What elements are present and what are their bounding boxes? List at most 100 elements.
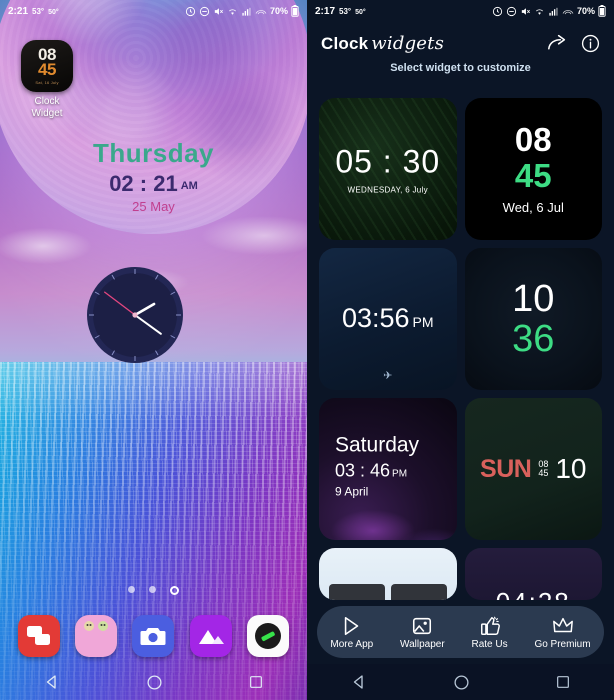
- widget-time-value: 03 : 46: [335, 460, 391, 481]
- widget-minutes: 45: [538, 468, 549, 478]
- home-button[interactable]: [146, 674, 163, 691]
- widget-time-value: 03:56: [341, 302, 410, 333]
- home-button[interactable]: [453, 674, 470, 691]
- widget-content: 08 45 Wed, 6 Jul: [465, 98, 603, 240]
- widget-card-light-partial[interactable]: [319, 548, 457, 600]
- clock-widget-app-shortcut[interactable]: 08 45 Sat, 16 July Clock Widget: [16, 40, 78, 119]
- status-right-group-right: 70%: [492, 5, 606, 17]
- wifi-icon: [535, 8, 543, 15]
- back-button[interactable]: [43, 673, 61, 691]
- thumbs-up-icon: [480, 616, 500, 635]
- alarm-icon: [492, 6, 503, 16]
- app-header: Clock widgets: [307, 26, 614, 60]
- flashlight-icon: [255, 623, 282, 649]
- battery-percent-right: 70%: [576, 6, 595, 16]
- status-temp-low-right: 50°: [355, 8, 366, 16]
- widget-ampm: PM: [412, 313, 434, 330]
- crown-icon: [552, 617, 573, 632]
- app-title: Clock widgets: [321, 33, 444, 54]
- status-temp-high-right: 53°: [339, 6, 352, 16]
- analog-clock-widget[interactable]: [85, 265, 185, 365]
- home-clock-time: 02 : 21 AM: [0, 171, 307, 197]
- widget-card-08-45[interactable]: 08 45 Wed, 6 Jul: [464, 98, 603, 240]
- battery-percent: 70%: [269, 6, 288, 16]
- widget-card-10-36[interactable]: 10 36: [464, 248, 602, 390]
- widget-card-saturday[interactable]: Saturday 03 : 46 PM 9 April: [319, 398, 457, 540]
- battery-icon: [598, 5, 606, 17]
- app-icon-minutes: 45: [38, 60, 56, 79]
- status-bar-right: 2:17 53° 50° 70%: [307, 0, 614, 22]
- camera-icon: [140, 628, 166, 645]
- home-clock-date: 25 May: [132, 199, 175, 214]
- header-actions: [547, 34, 600, 53]
- status-left-group-right: 2:17 53° 50°: [315, 6, 366, 17]
- bottom-action-label: Wallpaper: [400, 638, 445, 650]
- page-dot-3-active[interactable]: [170, 586, 179, 595]
- nfc-icon: [562, 9, 574, 14]
- do-not-disturb-icon: [506, 6, 517, 16]
- gallery-mountain-icon: [198, 630, 224, 644]
- widget-time: 03:56 PM: [319, 303, 457, 334]
- status-temp-low: 50°: [48, 8, 59, 16]
- back-button[interactable]: [350, 673, 368, 691]
- widget-time: 03 : 46 PM: [335, 460, 419, 481]
- page-dot-2[interactable]: [149, 586, 156, 593]
- app-icon-tile[interactable]: 08 45 Sat, 16 July: [21, 40, 73, 92]
- dock-icon-gallery[interactable]: [189, 615, 232, 657]
- widget-content: 05 : 30 WEDNESDAY, 6 July: [319, 144, 457, 195]
- widget-minutes: 36: [512, 318, 555, 360]
- widget-hours: 08: [514, 121, 552, 158]
- do-not-disturb-icon: [199, 6, 210, 16]
- app-title-part2: widgets: [371, 32, 445, 54]
- nav-bar-left: [0, 664, 307, 700]
- dock-icon-flashlight[interactable]: [247, 615, 290, 657]
- dock-icon-messages[interactable]: [17, 615, 60, 657]
- widget-time-stack: 08 45: [538, 459, 549, 479]
- widget-partial-time: 04:28: [465, 587, 603, 600]
- page-dot-1[interactable]: [128, 586, 135, 593]
- status-time: 2:21: [8, 5, 29, 17]
- widget-card-purple-partial[interactable]: 04:28: [464, 548, 603, 600]
- widget-card-05-30[interactable]: 05 : 30 WEDNESDAY, 6 July: [319, 98, 457, 240]
- bottom-action-go-premium[interactable]: Go Premium: [534, 615, 591, 650]
- dual-screenshot: 2:21 53° 50° 70% 08 45 Sat, 16 July Cloc…: [0, 0, 614, 700]
- recents-button[interactable]: [555, 674, 571, 690]
- battery-icon: [291, 5, 299, 17]
- widget-card-sun-10[interactable]: SUN 08 45 10: [464, 398, 602, 540]
- nav-bar-right: [307, 664, 614, 700]
- analog-clock-face: [87, 267, 183, 363]
- info-icon[interactable]: [581, 34, 600, 53]
- bottom-action-more-app[interactable]: More App: [330, 615, 373, 650]
- widget-card-0356-pm[interactable]: 03:56 PM ✈: [319, 248, 457, 390]
- home-clock-day: Thursday: [92, 138, 215, 168]
- alarm-icon: [185, 6, 196, 16]
- dock-icon-folder[interactable]: [75, 615, 118, 657]
- status-right-group: 70%: [185, 5, 299, 17]
- share-icon[interactable]: [547, 34, 567, 52]
- dock-icon-camera[interactable]: [132, 615, 175, 657]
- status-left-group: 2:21 53° 50°: [8, 6, 59, 17]
- status-time-right: 2:17: [315, 5, 336, 17]
- app-label-line2: Widget: [31, 107, 63, 119]
- bottom-action-wallpaper[interactable]: Wallpaper: [400, 615, 445, 650]
- widget-day: SUN: [480, 454, 532, 483]
- app-label-line1: Clock: [34, 96, 60, 107]
- nfc-icon: [255, 9, 267, 14]
- folder-preview-icon: [84, 621, 109, 631]
- widget-date: 9 April: [335, 484, 369, 499]
- wifi-icon: [228, 8, 236, 15]
- bottom-action-bar: More App Wallpaper Rate Us Go Premium: [317, 606, 604, 658]
- widget-time: 05 : 30: [335, 143, 441, 180]
- widget-day: Saturday: [335, 433, 420, 457]
- home-clock-time-value: 02 : 21: [109, 171, 178, 196]
- bottom-action-rate-us[interactable]: Rate Us: [472, 615, 508, 650]
- widget-content: Saturday 03 : 46 PM 9 April: [335, 433, 419, 498]
- page-indicator[interactable]: [0, 586, 307, 595]
- bottom-action-label: Go Premium: [534, 638, 591, 650]
- widget-ampm: PM: [392, 468, 408, 480]
- recents-button[interactable]: [248, 674, 264, 690]
- mute-icon: [214, 7, 223, 15]
- widget-date: Wed, 6 Jul: [502, 200, 564, 215]
- home-clock-widget[interactable]: Thursday 02 : 21 AM 25 May: [0, 138, 307, 214]
- play-store-icon: [344, 616, 359, 635]
